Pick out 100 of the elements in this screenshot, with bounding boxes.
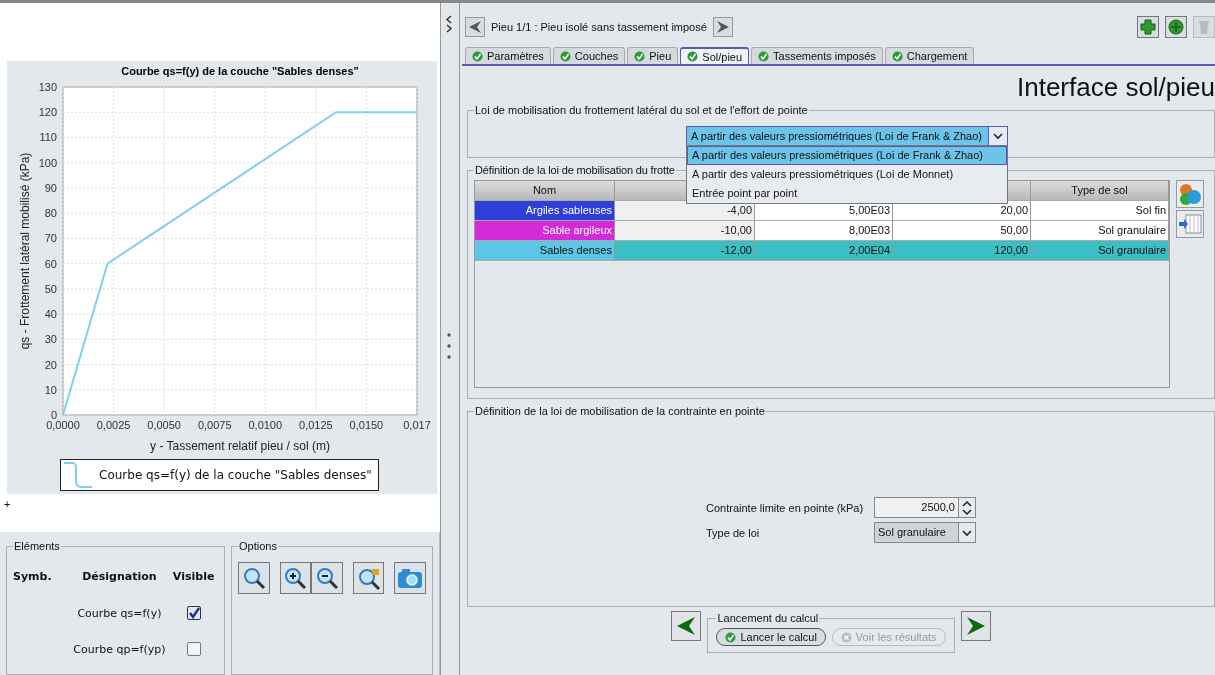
dropdown-option[interactable]: A partir des valeurs pressiométriques (Loi de Monnet): [687, 165, 1007, 184]
crosshair-mark: +: [4, 498, 11, 510]
y-tick-label: 100: [38, 156, 57, 169]
table-arrow-icon: [1178, 212, 1202, 236]
x-tick-label: 0,0100: [248, 419, 283, 431]
y-tick-label: 120: [38, 106, 57, 119]
chevron-down-icon: [993, 132, 1003, 140]
circles-icon: [1178, 182, 1202, 206]
chevron-down-icon: [962, 528, 972, 537]
table-cell: 2,00E04: [755, 241, 893, 260]
table-cell: -12,00: [615, 241, 755, 260]
group-title: Options: [238, 540, 278, 552]
previous-pile-button[interactable]: [465, 17, 485, 37]
add-button[interactable]: [1137, 16, 1159, 38]
pile-title: Pieu 1/1 : Pieu isolé sans tassement imposé: [491, 21, 707, 33]
camera-button[interactable]: [394, 562, 427, 594]
y-tick-label: 110: [39, 131, 57, 144]
field-label: Contrainte limite en pointe (kPa): [706, 501, 865, 514]
y-tick-label: 30: [44, 333, 57, 346]
law-dropdown[interactable]: A partir des valeurs pressiométriques (Loi de Frank & Zhao): [686, 126, 1008, 146]
arrow-left-icon: [676, 616, 697, 636]
gears-button[interactable]: [1176, 180, 1204, 208]
splitter-handle[interactable]: [440, 3, 460, 675]
legend-line-icon: [63, 461, 93, 489]
column-header: Visible: [171, 570, 216, 583]
zoom-fit-button[interactable]: [238, 562, 270, 594]
x-tick-label: 0,0150: [349, 419, 384, 431]
page-title: Interface sol/pieu: [1017, 72, 1215, 102]
zoom-out-button[interactable]: [311, 562, 343, 594]
check-icon: [891, 50, 903, 62]
tab[interactable]: Tassements imposés: [751, 47, 883, 64]
zoom-in-button[interactable]: [279, 562, 312, 594]
x-tick-label: 0,0050: [147, 419, 181, 431]
column-header: Nom: [475, 181, 615, 200]
x-axis-label: y - Tassement relatif pieu / sol (m): [150, 439, 330, 453]
plus-icon: [1140, 19, 1156, 35]
group-title: Définition de la loi de mobilisation de la contrainte en pointe: [474, 405, 766, 417]
import-table-button[interactable]: [1176, 210, 1204, 238]
tab[interactable]: Pieu: [627, 47, 679, 64]
table-row[interactable]: Sables denses -12,00 2,00E04 120,00 Sol granulaire: [475, 241, 1169, 261]
tab[interactable]: Couches: [552, 47, 626, 64]
x-tick-label: 0,0000: [46, 419, 80, 431]
dropdown-option[interactable]: A partir des valeurs pressiométriques (Loi de Frank & Zhao): [687, 146, 1007, 165]
y-tick-label: 10: [44, 383, 57, 396]
table-cell: Sol fin: [1031, 201, 1169, 220]
arrow-right-icon: [965, 616, 986, 636]
triangle-left-icon: [468, 20, 482, 34]
layer-name-cell: Sable argileux: [475, 221, 615, 240]
y-tick-label: 90: [44, 181, 57, 194]
column-header: Symb.: [13, 570, 53, 583]
visible-checkbox[interactable]: [186, 642, 201, 656]
y-tick-label: 130: [38, 81, 57, 93]
layer-name-cell: Sables denses: [475, 241, 615, 260]
y-tick-label: 70: [44, 232, 57, 245]
field-label: Type de loi: [706, 526, 761, 539]
table-cell: 120,00: [893, 241, 1031, 260]
next-step-button[interactable]: [960, 611, 991, 641]
table-cell: 8,00E03: [755, 221, 893, 240]
x-tick-label: 0,0125: [299, 419, 333, 431]
tab[interactable]: Chargement: [884, 47, 975, 64]
group-title: Eléments: [13, 540, 61, 552]
camera-icon: [397, 566, 424, 590]
zoom-lock-button[interactable]: [352, 562, 385, 594]
tab[interactable]: Sol/pieu: [680, 47, 750, 64]
chart-title: Courbe qs=f(y) de la couche "Sables denses": [121, 65, 359, 77]
limit-spinner[interactable]: 2500,0: [874, 497, 976, 518]
run-button[interactable]: Lancer le calcul: [716, 628, 826, 646]
zoom-in-icon: [283, 566, 308, 590]
group-title: Définition de la loi de mobilisation du frotte: [474, 164, 676, 176]
triangle-right-icon: [715, 20, 730, 34]
table-row[interactable]: Argiles sableuses -4,00 5,00E03 20,00 Sol fin: [475, 201, 1169, 221]
previous-step-button[interactable]: [671, 611, 702, 641]
x-tick-label: 0,0075: [197, 419, 232, 431]
check-icon: [758, 50, 770, 62]
table-row[interactable]: Sable argileux -10,00 8,00E03 50,00 Sol granulaire: [475, 221, 1169, 241]
tab[interactable]: Paramètres: [465, 47, 551, 64]
magnifier-icon: [241, 566, 266, 590]
spinner-arrows-icon: [962, 499, 972, 516]
y-tick-label: 20: [44, 358, 57, 371]
magnifier-lock-icon: [356, 566, 381, 590]
y-tick-label: 50: [44, 282, 57, 295]
y-tick-label: 40: [44, 308, 57, 321]
grip-dots-icon: [447, 333, 451, 359]
law-type-dropdown[interactable]: Sol granulaire: [874, 522, 976, 543]
cross-circle-icon: [840, 631, 852, 643]
dropdown-option[interactable]: Entrée point par point: [687, 184, 1007, 203]
table-cell: -10,00: [615, 221, 755, 240]
check-icon: [634, 50, 646, 62]
column-header: Désignation: [81, 570, 158, 583]
curve-label: Courbe qp=f(yp): [72, 642, 167, 656]
duplicate-button[interactable]: [1165, 16, 1187, 38]
zoom-out-icon: [315, 566, 340, 590]
plus-circle-icon: [1168, 19, 1184, 35]
y-tick-label: 80: [44, 207, 57, 220]
next-pile-button[interactable]: [712, 17, 733, 37]
check-icon: [472, 50, 483, 62]
check-icon: [687, 51, 699, 62]
y-tick-label: 0: [50, 409, 57, 421]
y-tick-label: 60: [44, 257, 57, 270]
visible-checkbox[interactable]: [186, 606, 201, 620]
